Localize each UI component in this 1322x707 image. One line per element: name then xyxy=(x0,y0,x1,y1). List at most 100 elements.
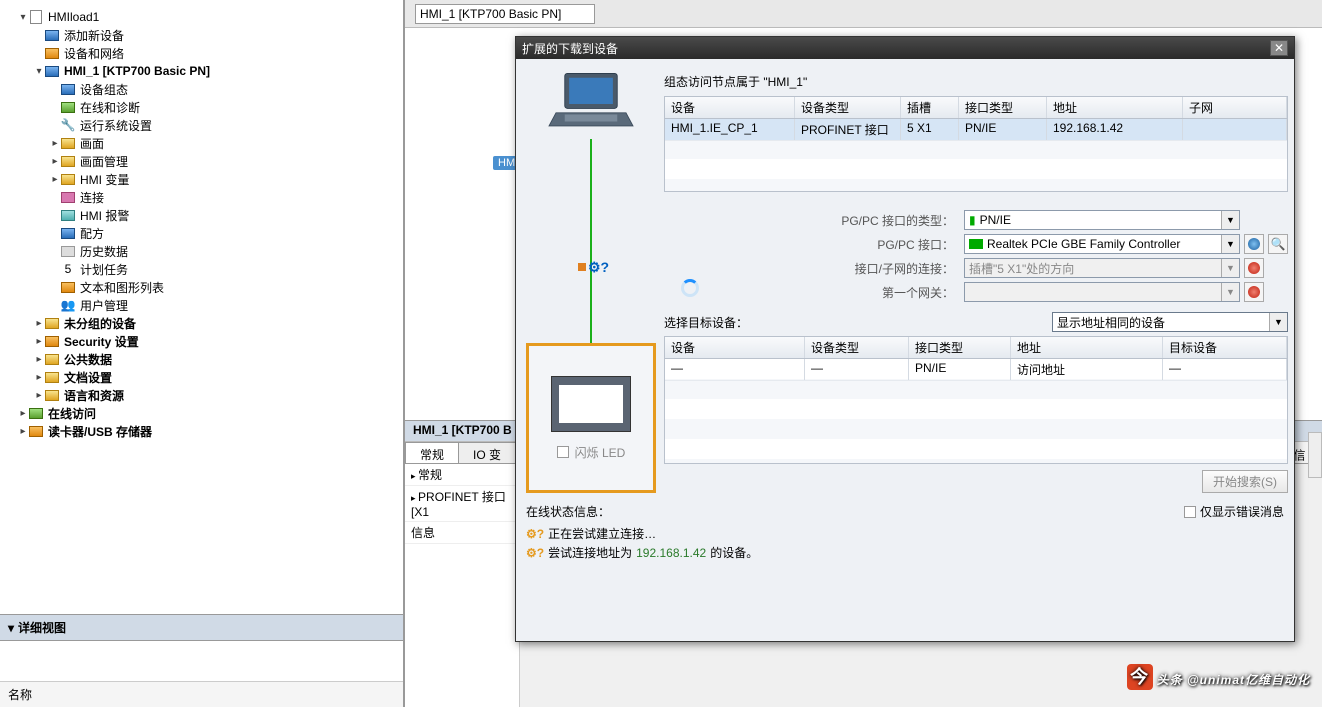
chevron-down-icon[interactable]: ▼ xyxy=(1221,259,1239,277)
chevron-down-icon[interactable]: ▼ xyxy=(1221,211,1239,229)
detail-view-body xyxy=(0,641,403,681)
search-button[interactable]: 🔍 xyxy=(1268,234,1288,254)
col-device[interactable]: 设备 xyxy=(665,97,795,118)
tree-recipes[interactable]: 配方 xyxy=(0,224,403,242)
tree-schedule[interactable]: 5计划任务 xyxy=(0,260,403,278)
device-selector[interactable]: HMI_1 [KTP700 Basic PN] xyxy=(415,4,595,24)
tree-project-root[interactable]: ▾HMIload1 xyxy=(0,8,403,26)
alarm-icon xyxy=(60,208,76,222)
interface-form: PG/PC 接口的类型： ▮PN/IE▼ PG/PC 接口： Realtek P… xyxy=(664,210,1288,302)
gateway-label: 第一个网关： xyxy=(664,284,964,301)
tree-hmi-alarms[interactable]: HMI 报警 xyxy=(0,206,403,224)
col-devtype[interactable]: 设备类型 xyxy=(795,97,901,118)
download-dialog: 扩展的下载到设备 ✕ ⚙? 闪烁 LED xyxy=(515,36,1295,642)
tree-device-config[interactable]: 设备组态 xyxy=(0,80,403,98)
warning-icon: ⚙? xyxy=(526,546,544,560)
log-entry: ⚙?正在尝试建立连接… xyxy=(526,524,1284,543)
folder-icon xyxy=(44,316,60,330)
side-tab[interactable]: 信 xyxy=(1308,432,1322,478)
project-tree[interactable]: ▾HMIload1 添加新设备 设备和网络 ▾HMI_1 [KTP700 Bas… xyxy=(0,0,403,614)
add-device-icon xyxy=(44,28,60,42)
flash-led-option[interactable]: 闪烁 LED xyxy=(557,444,626,461)
connection-graphic: ⚙? 闪烁 LED xyxy=(526,69,656,493)
card-icon xyxy=(28,424,44,438)
col-devtype[interactable]: 设备类型 xyxy=(805,337,909,358)
unknown-device-icon: ⚙? xyxy=(588,259,609,276)
start-search-button[interactable]: 开始搜索(S) xyxy=(1202,470,1288,493)
tree-public-data[interactable]: ▸公共数据 xyxy=(0,350,403,368)
tree-add-device[interactable]: 添加新设备 xyxy=(0,26,403,44)
tree-history[interactable]: 历史数据 xyxy=(0,242,403,260)
tree-runtime-settings[interactable]: 🔧运行系统设置 xyxy=(0,116,403,134)
table-row[interactable]: HMI_1.IE_CP_1 PROFINET 接口 5 X1 PN/IE 192… xyxy=(665,119,1287,141)
tree-screens[interactable]: ▸画面 xyxy=(0,134,403,152)
col-slot[interactable]: 插槽 xyxy=(901,97,959,118)
diag-icon xyxy=(60,100,76,114)
tree-card-reader[interactable]: ▸读卡器/USB 存储器 xyxy=(0,422,403,440)
user-icon: 👥 xyxy=(60,298,76,312)
target-label: 选择目标设备： xyxy=(664,314,748,331)
col-target[interactable]: 目标设备 xyxy=(1163,337,1287,358)
col-address[interactable]: 地址 xyxy=(1047,97,1183,118)
errors-only-checkbox[interactable]: 仅显示错误消息 xyxy=(1184,503,1284,520)
access-node-table[interactable]: 设备 设备类型 插槽 接口类型 地址 子网 HMI_1.IE_CP_1 PROF… xyxy=(664,96,1288,192)
col-device[interactable]: 设备 xyxy=(665,337,805,358)
tab-iovars[interactable]: IO 变 xyxy=(458,442,516,463)
prop-nav-info[interactable]: 信息 xyxy=(405,522,519,544)
connection-icon xyxy=(60,190,76,204)
tree-hmi-vars[interactable]: ▸HMI 变量 xyxy=(0,170,403,188)
chevron-down-icon[interactable]: ▼ xyxy=(1269,313,1287,331)
chevron-down-icon[interactable]: ▼ xyxy=(1221,283,1239,301)
globe-icon xyxy=(1248,262,1260,274)
tree-text-graphics[interactable]: 文本和图形列表 xyxy=(0,278,403,296)
tree-screen-mgmt[interactable]: ▸画面管理 xyxy=(0,152,403,170)
led-label: 闪烁 LED xyxy=(575,444,626,461)
log-title: 在线状态信息： xyxy=(526,503,610,520)
col-ifctype[interactable]: 接口类型 xyxy=(909,337,1011,358)
ifc-select[interactable]: Realtek PCIe GBE Family Controller▼ xyxy=(964,234,1240,254)
target-filter-select[interactable]: 显示地址相同的设备▼ xyxy=(1052,312,1288,332)
tree-online-access[interactable]: ▸在线访问 xyxy=(0,404,403,422)
col-address[interactable]: 地址 xyxy=(1011,337,1163,358)
conn-select[interactable]: 插槽"5 X1"处的方向▼ xyxy=(964,258,1240,278)
online-icon xyxy=(28,406,44,420)
project-tree-panel: ▾HMIload1 添加新设备 设备和网络 ▾HMI_1 [KTP700 Bas… xyxy=(0,0,405,707)
folder-icon xyxy=(44,370,60,384)
col-subnet[interactable]: 子网 xyxy=(1183,97,1287,118)
laptop-icon xyxy=(546,69,636,139)
config-button[interactable] xyxy=(1244,282,1264,302)
folder-icon xyxy=(60,172,76,186)
chevron-down-icon[interactable]: ▼ xyxy=(1221,235,1239,253)
dialog-titlebar[interactable]: 扩展的下载到设备 ✕ xyxy=(516,37,1294,59)
target-device-graphic: 闪烁 LED xyxy=(526,343,656,493)
table-row[interactable]: — — PN/IE 访问地址 — xyxy=(665,359,1287,381)
config-icon xyxy=(60,82,76,96)
tree-user-mgmt[interactable]: 👥用户管理 xyxy=(0,296,403,314)
led-checkbox[interactable] xyxy=(557,446,569,458)
warning-icon: ⚙? xyxy=(526,527,544,541)
editor-toolbar: HMI_1 [KTP700 Basic PN] xyxy=(405,0,1322,28)
col-ifctype[interactable]: 接口类型 xyxy=(959,97,1047,118)
properties-nav[interactable]: ▸ 常规 ▸ PROFINET 接口 [X1 信息 xyxy=(405,464,520,707)
folder-icon xyxy=(60,136,76,150)
tree-connections[interactable]: 连接 xyxy=(0,188,403,206)
tree-lang-res[interactable]: ▸语言和资源 xyxy=(0,386,403,404)
globe-icon xyxy=(1248,286,1260,298)
tree-devices-networks[interactable]: 设备和网络 xyxy=(0,44,403,62)
access-node-label: 组态访问节点属于 "HMI_1" xyxy=(664,69,1288,96)
tree-ungrouped[interactable]: ▸未分组的设备 xyxy=(0,314,403,332)
tree-online-diag[interactable]: 在线和诊断 xyxy=(0,98,403,116)
tree-doc-settings[interactable]: ▸文档设置 xyxy=(0,368,403,386)
ifc-type-select[interactable]: ▮PN/IE▼ xyxy=(964,210,1240,230)
config-button[interactable] xyxy=(1244,234,1264,254)
tree-hmi-device[interactable]: ▾HMI_1 [KTP700 Basic PN] xyxy=(0,62,403,80)
detail-view-header[interactable]: ▾详细视图 xyxy=(0,614,403,641)
close-icon[interactable]: ✕ xyxy=(1270,40,1288,56)
gateway-select[interactable]: ▼ xyxy=(964,282,1240,302)
target-device-table[interactable]: 设备 设备类型 接口类型 地址 目标设备 — — PN/IE 访问地址 — xyxy=(664,336,1288,464)
prop-nav-general[interactable]: ▸ 常规 xyxy=(405,464,519,486)
config-button[interactable] xyxy=(1244,258,1264,278)
tree-security[interactable]: ▸Security 设置 xyxy=(0,332,403,350)
prop-nav-profinet[interactable]: ▸ PROFINET 接口 [X1 xyxy=(405,486,519,522)
tab-general[interactable]: 常规 xyxy=(405,442,459,463)
